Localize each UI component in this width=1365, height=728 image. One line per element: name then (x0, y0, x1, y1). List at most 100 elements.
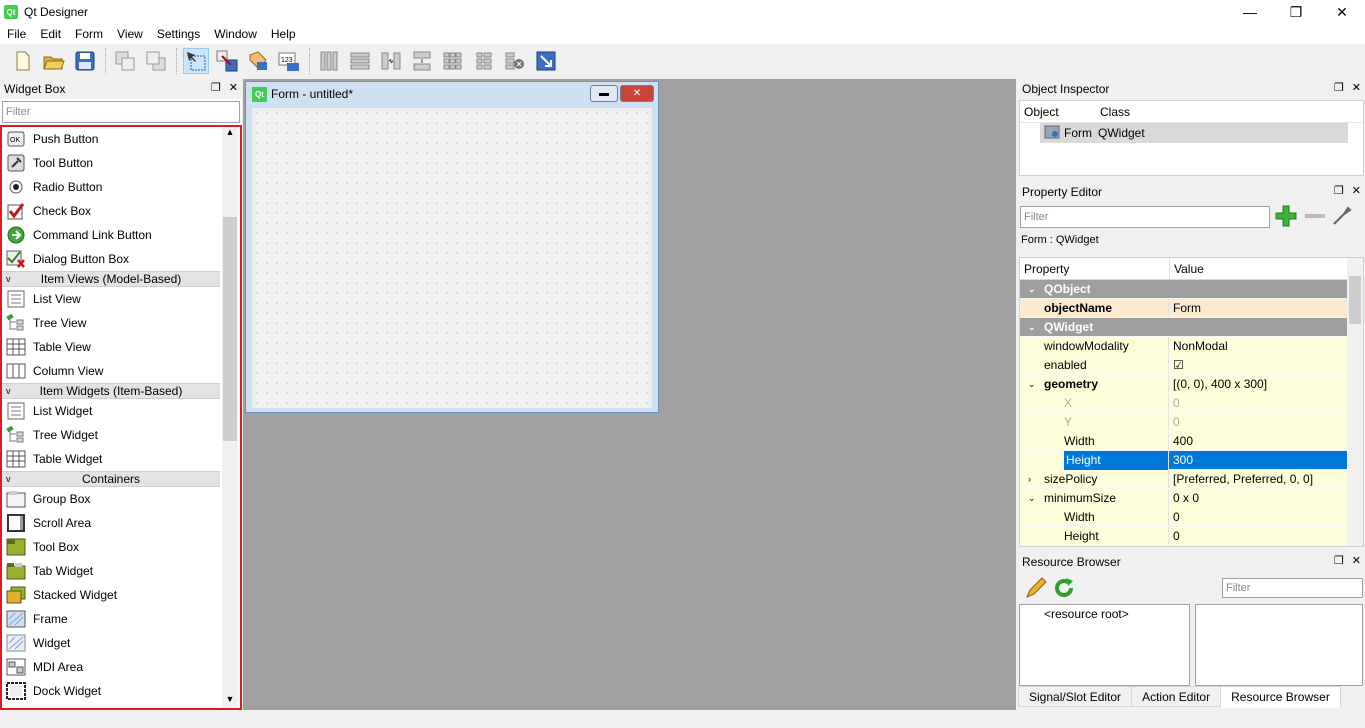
scroll-up-icon[interactable]: ▲ (222, 127, 238, 141)
scroll-thumb[interactable] (1349, 276, 1361, 324)
widget-item[interactable]: List View (2, 287, 240, 311)
restore-button[interactable]: ❐ (1273, 0, 1319, 24)
property-value[interactable]: 400 (1169, 432, 1363, 450)
close-icon[interactable]: ✕ (1352, 81, 1361, 94)
widget-item[interactable]: Table View (2, 335, 240, 359)
menu-edit[interactable]: Edit (33, 24, 68, 44)
menu-form[interactable]: Form (68, 24, 110, 44)
close-icon[interactable]: ✕ (1352, 554, 1361, 567)
resource-root-item[interactable]: <resource root> (1020, 605, 1189, 621)
widget-filter-input[interactable]: Filter (2, 101, 240, 123)
property-scrollbar[interactable] (1347, 258, 1363, 546)
property-value[interactable]: [Preferred, Preferred, 0, 0] (1169, 470, 1363, 488)
property-row[interactable]: X0 (1020, 394, 1363, 413)
scroll-thumb[interactable] (223, 217, 237, 441)
form-title-bar[interactable]: Qt Form - untitled* ▬ ✕ (246, 82, 658, 106)
chevron-down-icon[interactable]: ⌄ (1028, 318, 1036, 337)
property-row[interactable]: Height 300 (1020, 451, 1363, 470)
property-value[interactable]: 0 (1169, 527, 1363, 545)
property-filter-input[interactable]: Filter (1020, 206, 1270, 228)
layout-v-splitter-icon[interactable] (409, 48, 435, 74)
object-row-form[interactable]: Form QWidget (1040, 123, 1348, 143)
property-row[interactable]: windowModality NonModal (1020, 337, 1363, 356)
widget-category[interactable]: v Containers (2, 471, 220, 487)
edit-widgets-icon[interactable] (183, 48, 209, 74)
property-row[interactable]: objectName Form (1020, 299, 1363, 318)
form-canvas[interactable] (252, 108, 652, 408)
adjust-size-icon[interactable] (533, 48, 559, 74)
property-value[interactable]: ☑ (1169, 356, 1363, 374)
chevron-right-icon[interactable]: › (1028, 470, 1031, 489)
property-value[interactable]: 0 (1169, 413, 1363, 431)
widget-item[interactable]: Dock Widget (2, 679, 240, 703)
chevron-down-icon[interactable]: ⌄ (1028, 375, 1036, 394)
reload-icon[interactable] (1052, 576, 1076, 603)
form-minimize-button[interactable]: ▬ (590, 85, 618, 102)
edit-tab-order-icon[interactable]: 123 (276, 48, 302, 74)
close-button[interactable]: ✕ (1319, 0, 1365, 24)
new-icon[interactable] (10, 48, 36, 74)
column-object[interactable]: Object (1020, 105, 1096, 119)
widget-item[interactable]: Tool Button (2, 151, 240, 175)
property-value[interactable]: 300 (1169, 451, 1363, 469)
widget-item[interactable]: Frame (2, 607, 240, 631)
widget-item[interactable]: Column View (2, 359, 240, 383)
widget-item[interactable]: Tab Widget (2, 559, 240, 583)
widget-item[interactable]: Table Widget (2, 447, 240, 471)
scroll-down-icon[interactable]: ▼ (222, 694, 238, 708)
edit-signals-slots-icon[interactable] (214, 48, 240, 74)
tab-resource-browser[interactable]: Resource Browser (1220, 686, 1341, 708)
widget-item[interactable]: Tree Widget (2, 423, 240, 447)
widget-item[interactable]: OK Push Button (2, 127, 240, 151)
property-row[interactable]: Y0 (1020, 413, 1363, 432)
widget-list-scrollbar[interactable]: ▲ ▼ (222, 127, 238, 708)
menu-view[interactable]: View (110, 24, 150, 44)
column-property[interactable]: Property (1020, 258, 1170, 279)
property-group-row[interactable]: ⌄ QObject (1020, 280, 1363, 299)
widget-item[interactable]: Check Box (2, 199, 240, 223)
menu-help[interactable]: Help (264, 24, 303, 44)
close-icon[interactable]: ✕ (229, 81, 238, 94)
break-layout-icon[interactable] (502, 48, 528, 74)
property-value[interactable]: 0 x 0 (1169, 489, 1363, 507)
float-icon[interactable]: ❐ (1334, 81, 1344, 94)
form-close-button[interactable]: ✕ (620, 85, 654, 102)
widget-item[interactable]: Tool Box (2, 535, 240, 559)
property-group-row[interactable]: ⌄ QWidget (1020, 318, 1363, 337)
property-row[interactable]: Width 400 (1020, 432, 1363, 451)
send-to-back-icon[interactable] (112, 48, 138, 74)
tab-signal-slot-editor[interactable]: Signal/Slot Editor (1018, 686, 1133, 707)
widget-item[interactable]: MDI Area (2, 655, 240, 679)
chevron-down-icon[interactable]: ⌄ (1028, 489, 1036, 508)
float-icon[interactable]: ❐ (1334, 184, 1344, 197)
menu-file[interactable]: File (0, 24, 33, 44)
property-row[interactable]: ⌄ geometry [(0, 0), 400 x 300] (1020, 375, 1363, 394)
property-value[interactable]: 0 (1169, 508, 1363, 526)
property-row[interactable]: Height 0 (1020, 527, 1363, 546)
property-row[interactable]: enabled ☑ (1020, 356, 1363, 375)
property-value[interactable]: Form (1169, 299, 1363, 317)
form-window[interactable]: Qt Form - untitled* ▬ ✕ (245, 81, 659, 413)
close-icon[interactable]: ✕ (1352, 184, 1361, 197)
property-value[interactable]: [(0, 0), 400 x 300] (1169, 375, 1363, 393)
widget-item[interactable]: Radio Button (2, 175, 240, 199)
remove-property-icon[interactable] (1302, 204, 1328, 231)
layout-vertical-icon[interactable] (347, 48, 373, 74)
layout-form-icon[interactable] (471, 48, 497, 74)
save-icon[interactable] (72, 48, 98, 74)
menu-window[interactable]: Window (207, 24, 264, 44)
layout-h-splitter-icon[interactable] (378, 48, 404, 74)
property-value[interactable]: 0 (1169, 394, 1363, 412)
menu-settings[interactable]: Settings (150, 24, 207, 44)
widget-item[interactable]: Command Link Button (2, 223, 240, 247)
widget-category[interactable]: v Item Widgets (Item-Based) (2, 383, 220, 399)
widget-item[interactable]: Group Box (2, 487, 240, 511)
property-value[interactable]: NonModal (1169, 337, 1363, 355)
minimize-button[interactable]: — (1227, 0, 1273, 24)
widget-item[interactable]: Tree View (2, 311, 240, 335)
property-row[interactable]: ⌄ minimumSize 0 x 0 (1020, 489, 1363, 508)
edit-resources-icon[interactable] (1024, 576, 1048, 603)
widget-item[interactable]: Widget (2, 631, 240, 655)
resource-filter-input[interactable]: Filter (1222, 578, 1363, 598)
bring-to-front-icon[interactable] (143, 48, 169, 74)
